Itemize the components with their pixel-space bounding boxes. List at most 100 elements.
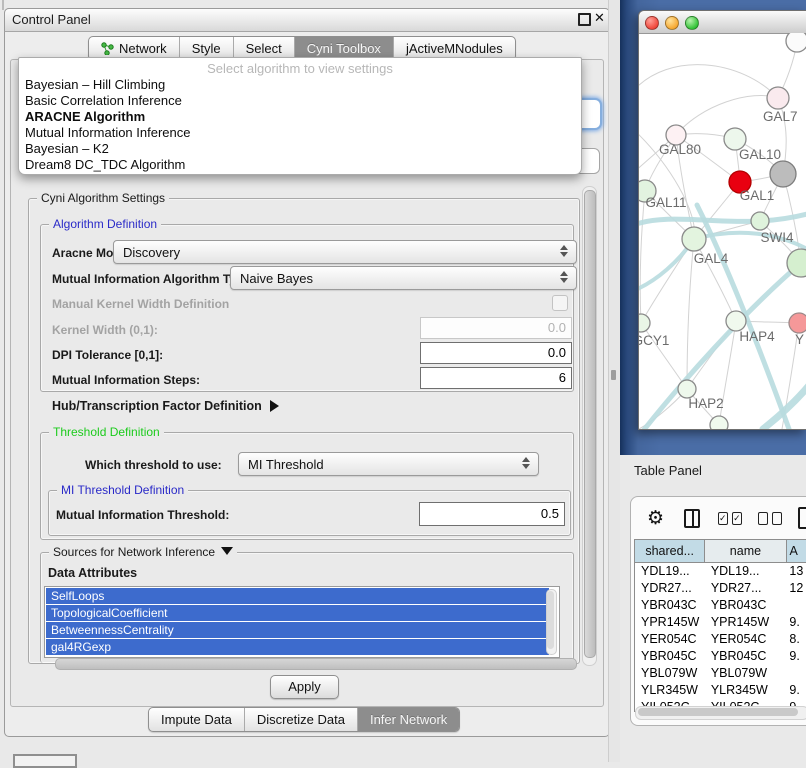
threshold-definition-title: Threshold Definition [49, 425, 164, 439]
divider-grip-icon[interactable] [611, 370, 616, 380]
network-window-titlebar[interactable] [639, 11, 806, 34]
node-label: GAL7 [763, 109, 798, 124]
which-threshold-value: MI Threshold [248, 457, 324, 472]
select-all-icon[interactable]: ✓ [718, 512, 728, 525]
settings-vscrollbar-thumb[interactable] [584, 190, 596, 658]
close-traffic-icon[interactable] [645, 16, 659, 30]
table-row[interactable]: YPR145W YPR145W 9. [635, 614, 806, 631]
algorithm-option[interactable]: Bayesian – K2 [25, 141, 581, 157]
network-edge [639, 65, 778, 98]
network-view-window[interactable]: GAL7GAL80GAL10GAL1GAL11SWI4GAL4HAP4YGCY1… [638, 10, 806, 430]
control-panel-titlebar[interactable] [4, 8, 610, 32]
tab-discretize-data[interactable]: Discretize Data [245, 708, 358, 731]
float-window-icon[interactable] [578, 13, 591, 26]
attribute-item[interactable]: gal4RGexp [46, 639, 549, 655]
attr-items: SelfLoopsTopologicalCoefficientBetweenne… [45, 588, 559, 655]
table-row[interactable]: YLR345W YLR345W 9. [635, 682, 806, 699]
table-row[interactable]: YDL19... YDL19... 13 [635, 563, 806, 580]
node-gcy1[interactable] [639, 314, 650, 332]
table-row[interactable]: YBR045C YBR045C 9. [635, 648, 806, 665]
kernel-width-field[interactable]: 0.0 [420, 317, 572, 339]
tab-impute-data[interactable]: Impute Data [149, 708, 245, 731]
algorithm-option[interactable]: Dream8 DC_TDC Algorithm [25, 157, 581, 173]
expanded-arrow-icon[interactable] [221, 547, 233, 555]
minimized-panel-edge[interactable] [13, 754, 77, 768]
hub-definition-label: Hub/Transcription Factor Definition [52, 399, 262, 413]
sources-group-title: Sources for Network Inference [49, 545, 237, 559]
table-row[interactable]: YER054C YER054C 8. [635, 631, 806, 648]
mi-steps-field[interactable]: 6 [420, 367, 572, 389]
attribute-item[interactable]: TopologicalCoefficient [46, 605, 549, 621]
table-header-row: shared... name A [635, 540, 806, 563]
node-salmon[interactable] [789, 313, 806, 333]
node-label: GAL4 [694, 251, 729, 266]
stepper-icon [560, 271, 568, 283]
node-label: HAP2 [688, 396, 723, 411]
attribute-item[interactable]: SelfLoops [46, 588, 549, 604]
aracne-mode-combo[interactable]: Discovery [113, 240, 577, 264]
close-icon[interactable]: ✕ [594, 10, 605, 26]
which-threshold-combo[interactable]: MI Threshold [238, 452, 539, 476]
algorithm-dropdown-popup: Select algorithm to view settings Bayesi… [18, 57, 582, 175]
gear-icon[interactable]: ⚙ [647, 507, 664, 530]
table-toolbar: ⚙ ✓ ✓ [631, 497, 806, 539]
settings-hscrollbar-thumb[interactable] [55, 658, 577, 670]
dpi-tolerance-field[interactable]: 0.0 [420, 342, 572, 364]
table-body: YDL19... YDL19... 13 YDR27... YDR27... 1… [635, 563, 806, 711]
zoom-traffic-icon[interactable] [685, 16, 699, 30]
table-row[interactable]: YBR043C YBR043C [635, 597, 806, 614]
node-label: HAP4 [739, 329, 775, 344]
node-gal7[interactable] [767, 87, 789, 109]
collapsed-arrow-icon[interactable] [270, 400, 279, 412]
node-label: GAL1 [740, 188, 775, 203]
node-top-partial[interactable] [786, 33, 806, 52]
node-label: Y [795, 332, 804, 347]
node-hap4[interactable] [726, 311, 746, 331]
mi-type-combo[interactable]: Naive Bayes [230, 266, 577, 290]
which-threshold-label: Which threshold to use: [85, 458, 222, 472]
algorithm-option[interactable]: ARACNE Algorithm [25, 109, 581, 125]
node-swi4[interactable] [751, 212, 769, 230]
minimize-traffic-icon[interactable] [665, 16, 679, 30]
manual-kernel-checkbox[interactable] [552, 295, 568, 311]
attributes-scrollbar[interactable] [546, 589, 557, 655]
algorithm-option[interactable]: Basic Correlation Inference [25, 93, 581, 109]
network-icon [101, 42, 114, 55]
select-all-icon[interactable]: ✓ [732, 512, 742, 525]
attribute-item[interactable]: BetweennessCentrality [46, 622, 549, 638]
table-row[interactable]: YBL079W YBL079W [635, 665, 806, 682]
deselect-all-icon[interactable] [758, 512, 768, 525]
node-table: shared... name A YDL19... YDL19... 13 YD… [634, 539, 806, 712]
node-label: GAL11 [645, 195, 686, 210]
column-header-partial[interactable]: A [787, 540, 806, 562]
cyni-settings-title: Cyni Algorithm Settings [37, 191, 169, 205]
table-icon[interactable] [798, 507, 806, 529]
attributes-scroll-thumb[interactable] [547, 591, 554, 649]
apply-button[interactable]: Apply [270, 675, 339, 699]
cyni-bottom-tabs: Impute Data Discretize Data Infer Networ… [148, 707, 460, 732]
network-canvas[interactable]: GAL7GAL80GAL10GAL1GAL11SWI4GAL4HAP4YGCY1… [639, 33, 806, 429]
table-hscrollbar[interactable] [635, 706, 806, 720]
table-panel-card: ⚙ ✓ ✓ shared... name A YDL19... YDL19...… [630, 496, 806, 726]
stepper-icon [560, 245, 568, 257]
table-hscroll-thumb[interactable] [638, 708, 798, 716]
deselect-all-icon[interactable] [772, 512, 782, 525]
column-header-name[interactable]: name [705, 540, 786, 562]
columns-icon[interactable] [684, 509, 700, 528]
manual-kernel-label: Manual Kernel Width Definition [52, 297, 229, 311]
node-gal4[interactable] [682, 227, 706, 251]
dpi-tolerance-label: DPI Tolerance [0,1]: [52, 348, 163, 362]
table-row[interactable]: YDR27... YDR27... 12 [635, 580, 806, 597]
algorithm-option[interactable]: Bayesian – Hill Climbing [25, 77, 581, 93]
node-bottom-partial[interactable] [710, 416, 728, 429]
hub-definition-toggle[interactable]: Hub/Transcription Factor Definition [52, 399, 279, 413]
column-header-shared-name[interactable]: shared... [635, 540, 705, 562]
network-edge-thick [639, 213, 806, 225]
mi-threshold-field[interactable]: 0.5 [419, 502, 565, 526]
stepper-icon [522, 457, 530, 469]
control-panel-title: Control Panel [12, 12, 91, 27]
algorithm-option[interactable]: Mutual Information Inference [25, 125, 581, 141]
node-gray[interactable] [770, 161, 796, 187]
panel-edge-tick [2, 0, 4, 10]
tab-infer-network[interactable]: Infer Network [358, 708, 459, 731]
